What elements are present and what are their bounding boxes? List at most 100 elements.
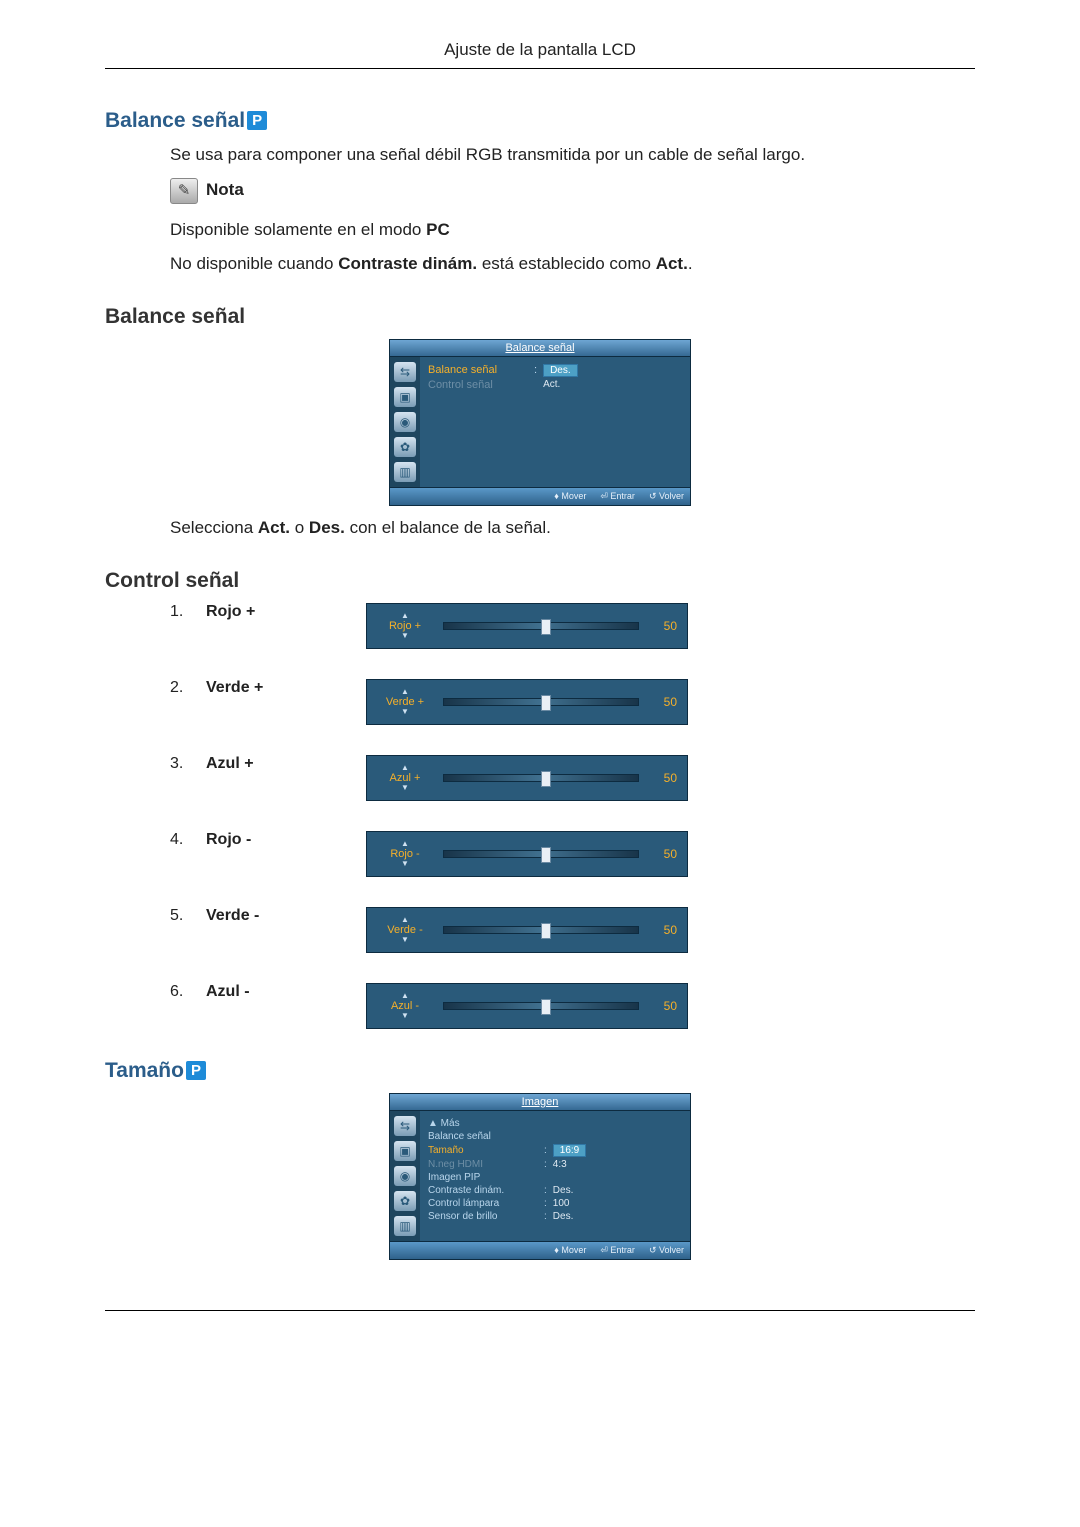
slider-label: ▲Azul +▼ bbox=[377, 764, 433, 792]
p-badge-icon: P bbox=[186, 1061, 206, 1080]
slider-panel: ▲Azul +▼ 50 bbox=[366, 755, 688, 801]
osd-row-control-senal[interactable]: Control señal : Act. bbox=[428, 378, 682, 392]
list-number: 4. bbox=[170, 831, 206, 849]
osd-row-value: 16:9 bbox=[553, 1144, 586, 1157]
list-label: Azul + bbox=[206, 755, 366, 773]
osd-title: Imagen bbox=[390, 1094, 690, 1111]
list-label: Azul - bbox=[206, 983, 366, 1001]
input-icon[interactable]: ⇆ bbox=[394, 1116, 416, 1136]
slider-track[interactable] bbox=[443, 926, 639, 934]
footer-enter: ⏎ Entrar bbox=[600, 491, 635, 502]
list-label: Verde + bbox=[206, 679, 366, 697]
osd-row-label: Tamaño bbox=[428, 1145, 538, 1156]
osd-balance-senal: Balance señal ⇆ ▣ ◉ ✿ ▥ Balance señal : … bbox=[389, 339, 691, 506]
p-badge-icon: P bbox=[247, 111, 267, 130]
slider-thumb[interactable] bbox=[541, 847, 551, 863]
osd-row-value: 100 bbox=[553, 1198, 570, 1209]
slider-thumb[interactable] bbox=[541, 999, 551, 1015]
control-senal-row: 1.Rojo +▲Rojo +▼50 bbox=[170, 603, 975, 649]
note-icon: ✎ bbox=[170, 178, 198, 204]
osd-footer: ♦ Mover ⏎ Entrar ↺ Volver bbox=[390, 1241, 690, 1259]
section-tamano: TamañoP bbox=[105, 1059, 975, 1083]
osd-row-label: Balance señal bbox=[428, 1131, 538, 1142]
list-number: 6. bbox=[170, 983, 206, 1001]
osd-row-label: Imagen PIP bbox=[428, 1172, 538, 1183]
osd-row-label: N.neg HDMI bbox=[428, 1159, 538, 1170]
control-senal-row: 5.Verde -▲Verde -▼50 bbox=[170, 907, 975, 953]
slider-track[interactable] bbox=[443, 622, 639, 630]
slider-label: ▲Verde -▼ bbox=[377, 916, 433, 944]
osd-row[interactable]: Contraste dinám.: Des. bbox=[428, 1184, 682, 1197]
section2-caption: Selecciona Act. o Des. con el balance de… bbox=[170, 516, 975, 541]
picture-icon[interactable]: ▣ bbox=[394, 387, 416, 407]
list-number: 2. bbox=[170, 679, 206, 697]
slider-panel: ▲Rojo -▼50 bbox=[366, 831, 688, 877]
osd-row[interactable]: Control lámpara: 100 bbox=[428, 1197, 682, 1210]
osd-row-label: Balance señal bbox=[428, 364, 528, 376]
slider-label: ▲Azul -▼ bbox=[377, 992, 433, 1020]
section-balance-senal-1: Balance señalP bbox=[105, 109, 975, 133]
osd-row-label: Control lámpara bbox=[428, 1198, 538, 1209]
list-number: 1. bbox=[170, 603, 206, 621]
osd-row-value: Des. bbox=[553, 1211, 574, 1222]
page-header: Ajuste de la pantalla LCD bbox=[105, 40, 975, 68]
slider-thumb[interactable] bbox=[541, 771, 551, 787]
section-title: Balance señal bbox=[105, 109, 245, 132]
slider-value: 50 bbox=[649, 771, 677, 785]
slider-label: ▲Rojo +▼ bbox=[377, 612, 433, 640]
section1-intro: Se usa para componer una señal débil RGB… bbox=[170, 143, 975, 168]
settings-icon[interactable]: ✿ bbox=[394, 437, 416, 457]
control-senal-row: 6.Azul - ▲Azul -▼ 50 bbox=[170, 983, 975, 1029]
slider-label: ▲Rojo -▼ bbox=[377, 840, 433, 868]
osd-row-value: Des. bbox=[553, 1185, 574, 1196]
footer-move: ♦ Mover bbox=[554, 491, 586, 502]
osd-row[interactable]: N.neg HDMI: 4:3 bbox=[428, 1158, 682, 1171]
control-senal-row: 3.Azul + ▲Azul +▼ 50 bbox=[170, 755, 975, 801]
osd-row[interactable]: Imagen PIP bbox=[428, 1171, 682, 1184]
note-label: Nota bbox=[206, 178, 244, 203]
list-label: Rojo - bbox=[206, 831, 366, 849]
list-label: Rojo + bbox=[206, 603, 366, 621]
footer-back: ↺ Volver bbox=[649, 491, 684, 502]
osd-row[interactable]: Sensor de brillo: Des. bbox=[428, 1210, 682, 1223]
osd-sidebar: ⇆ ▣ ◉ ✿ ▥ bbox=[390, 1111, 420, 1241]
control-senal-row: 2.Verde +▲Verde +▼50 bbox=[170, 679, 975, 725]
section-balance-senal-2: Balance señal bbox=[105, 305, 975, 329]
osd-imagen: Imagen ⇆ ▣ ◉ ✿ ▥ ▲ Más Balance señalTama… bbox=[389, 1093, 691, 1260]
slider-panel: ▲Verde -▼ 50 bbox=[366, 907, 688, 953]
slider-track[interactable] bbox=[443, 774, 639, 782]
slider-track[interactable] bbox=[443, 850, 639, 858]
slider-thumb[interactable] bbox=[541, 695, 551, 711]
osd-title: Balance señal bbox=[390, 340, 690, 357]
sound-icon[interactable]: ◉ bbox=[394, 1166, 416, 1186]
note-text-1: Disponible solamente en el modo PC bbox=[170, 218, 975, 243]
footer-back: ↺ Volver bbox=[649, 1245, 684, 1256]
list-number: 3. bbox=[170, 755, 206, 773]
osd-row-label: Contraste dinám. bbox=[428, 1185, 538, 1196]
osd-row-balance-senal[interactable]: Balance señal : Des. bbox=[428, 363, 682, 378]
multi-icon[interactable]: ▥ bbox=[394, 462, 416, 482]
footer-divider bbox=[105, 1310, 975, 1311]
osd-row-label: Sensor de brillo bbox=[428, 1211, 538, 1222]
slider-track[interactable] bbox=[443, 1002, 639, 1010]
slider-label: ▲Verde +▼ bbox=[377, 688, 433, 716]
osd-row-more[interactable]: ▲ Más bbox=[428, 1117, 682, 1130]
osd-row[interactable]: Tamaño: 16:9 bbox=[428, 1143, 682, 1158]
header-divider bbox=[105, 68, 975, 69]
settings-icon[interactable]: ✿ bbox=[394, 1191, 416, 1211]
footer-enter: ⏎ Entrar bbox=[600, 1245, 635, 1256]
multi-icon[interactable]: ▥ bbox=[394, 1216, 416, 1236]
slider-panel: ▲Azul -▼ 50 bbox=[366, 983, 688, 1029]
slider-thumb[interactable] bbox=[541, 923, 551, 939]
list-number: 5. bbox=[170, 907, 206, 925]
input-icon[interactable]: ⇆ bbox=[394, 362, 416, 382]
slider-track[interactable] bbox=[443, 698, 639, 706]
slider-panel: ▲Verde +▼50 bbox=[366, 679, 688, 725]
slider-value: 50 bbox=[649, 999, 677, 1013]
sound-icon[interactable]: ◉ bbox=[394, 412, 416, 432]
slider-value: 50 bbox=[649, 923, 677, 937]
osd-row[interactable]: Balance señal bbox=[428, 1130, 682, 1143]
picture-icon[interactable]: ▣ bbox=[394, 1141, 416, 1161]
section-control-senal: Control señal bbox=[105, 569, 975, 593]
slider-thumb[interactable] bbox=[541, 619, 551, 635]
